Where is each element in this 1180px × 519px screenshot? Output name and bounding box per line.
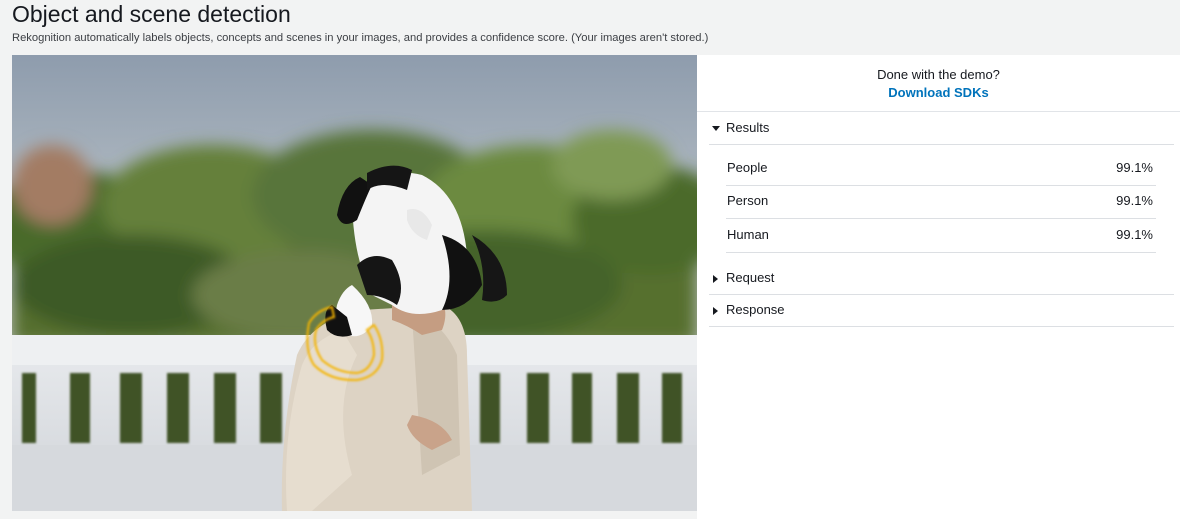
response-section-label: Response bbox=[726, 302, 785, 317]
result-row: Person 99.1% bbox=[726, 185, 1156, 219]
caret-down-icon bbox=[712, 126, 720, 131]
demo-done-text: Done with the demo? bbox=[877, 67, 1000, 82]
result-row: People 99.1% bbox=[726, 152, 1156, 186]
result-confidence: 99.1% bbox=[1116, 160, 1153, 175]
download-sdks-link[interactable]: Download SDKs bbox=[697, 85, 1180, 101]
page-header: Object and scene detection Rekognition a… bbox=[0, 0, 1180, 55]
result-label: Person bbox=[727, 193, 769, 208]
request-section-label: Request bbox=[726, 270, 775, 285]
result-label: Human bbox=[727, 227, 769, 242]
caret-right-icon bbox=[713, 307, 718, 315]
result-confidence: 99.1% bbox=[1116, 227, 1153, 242]
sample-image bbox=[12, 55, 697, 511]
request-section-header[interactable]: Request bbox=[709, 263, 1174, 295]
result-confidence: 99.1% bbox=[1116, 193, 1153, 208]
demo-done-box: Done with the demo? Download SDKs bbox=[697, 55, 1180, 112]
results-panel: Done with the demo? Download SDKs Result… bbox=[697, 55, 1180, 519]
result-row: Human 99.1% bbox=[726, 219, 1156, 253]
page-subtitle: Rekognition automatically labels objects… bbox=[12, 32, 709, 44]
results-section-label: Results bbox=[726, 120, 770, 135]
response-section-header[interactable]: Response bbox=[709, 295, 1174, 327]
result-label: People bbox=[727, 160, 768, 175]
page-title: Object and scene detection bbox=[12, 1, 291, 27]
caret-right-icon bbox=[713, 275, 718, 283]
results-section-header[interactable]: Results bbox=[709, 113, 1174, 145]
